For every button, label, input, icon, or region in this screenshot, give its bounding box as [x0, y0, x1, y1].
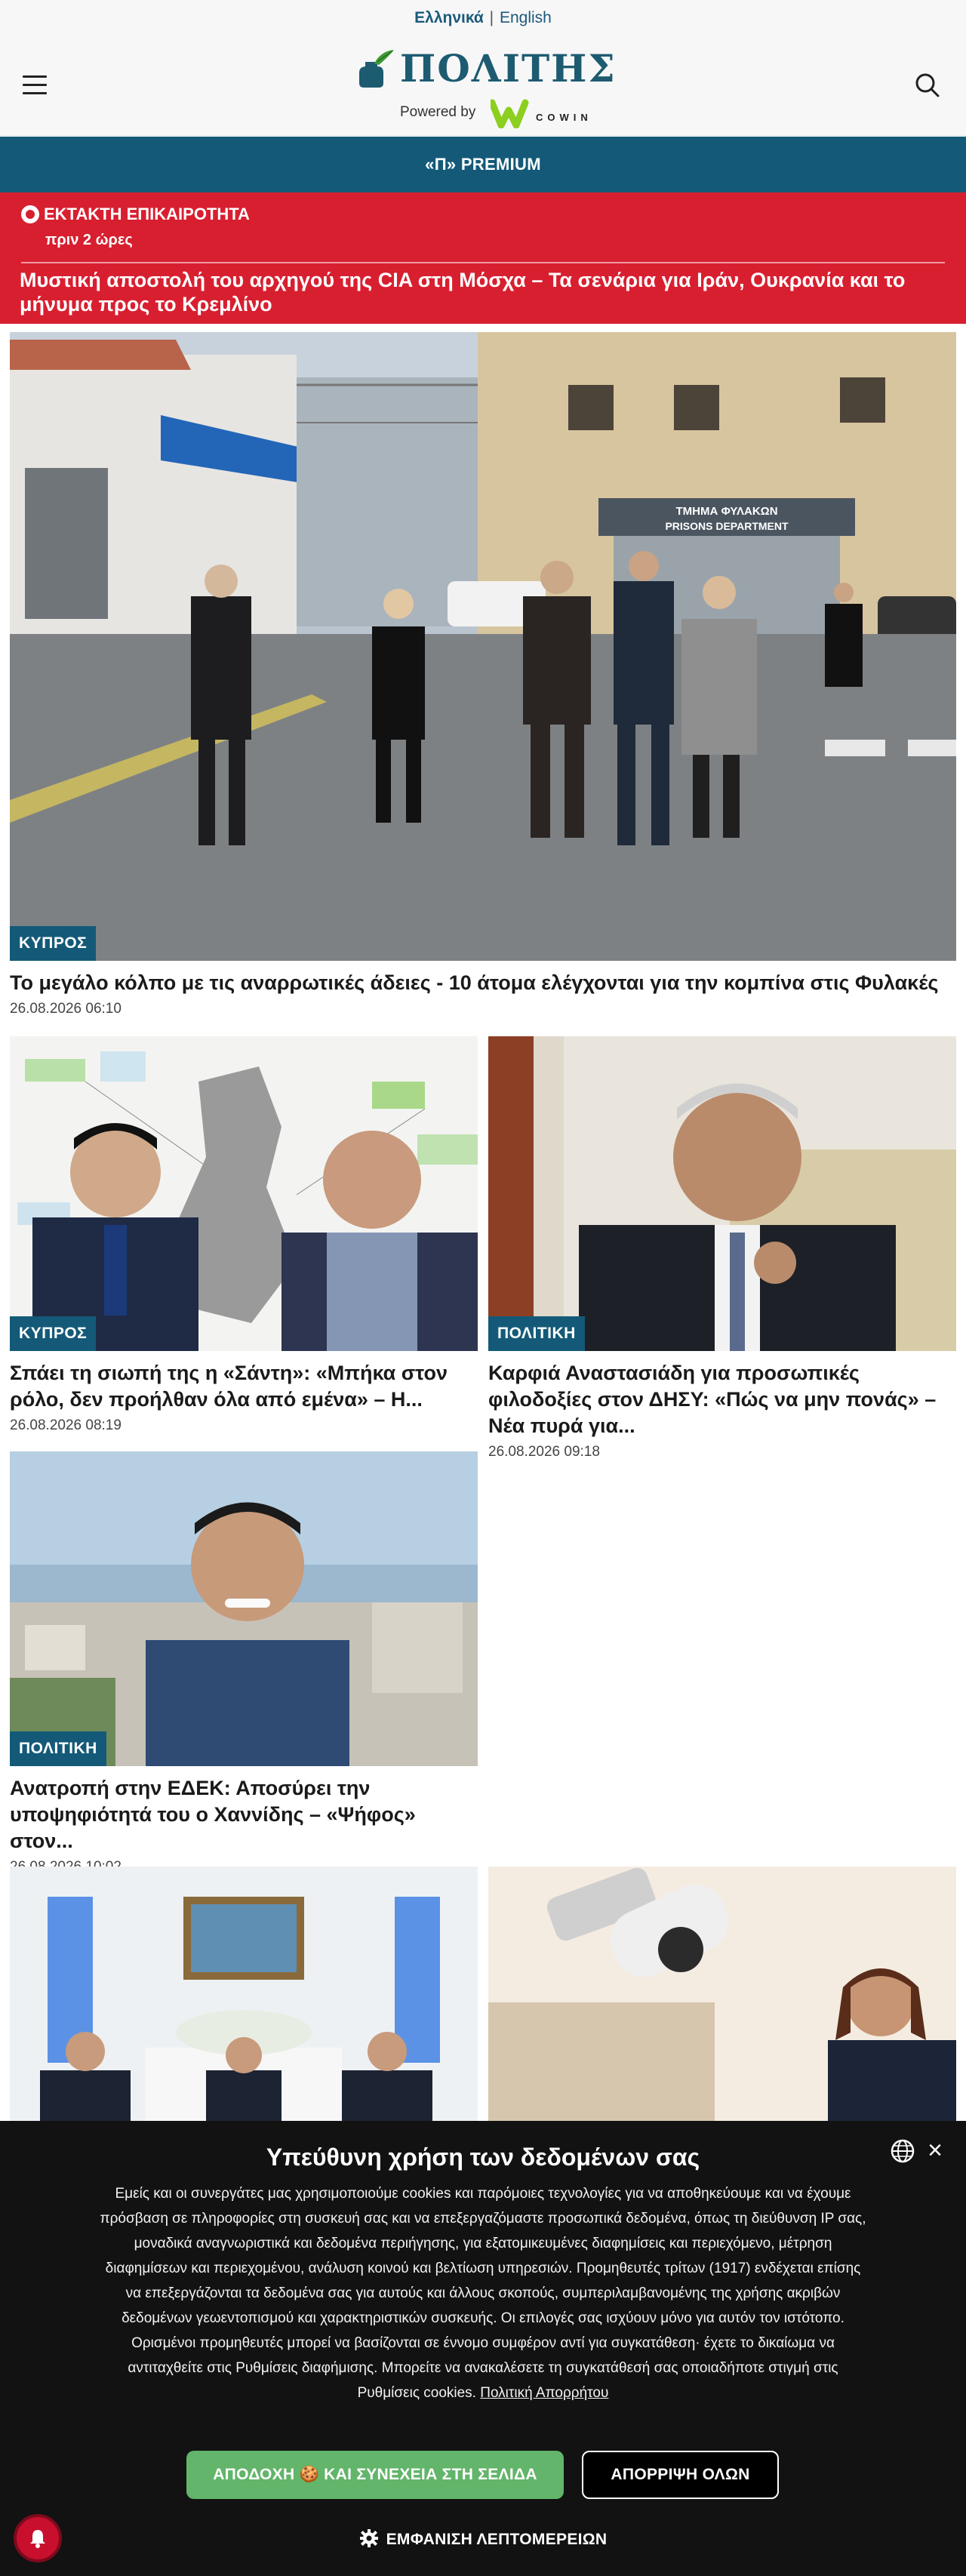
article-card[interactable]: ΚΥΠΡΟΣ Σπάει τη σιωπή της η «Σάντη»: «Μπ…	[10, 1036, 478, 1434]
lang-separator: |	[489, 9, 494, 26]
bell-icon	[30, 2530, 45, 2548]
article-image[interactable]: ΠΟΛΙΤΙΚΗ	[488, 1036, 956, 1351]
cookie-title: Υπεύθυνη χρήση των δεδομένων σας	[266, 2144, 700, 2171]
article-title[interactable]: Ανατροπή στην ΕΔΕΚ: Αποσύρει την υποψηφι…	[10, 1775, 478, 1854]
article-date: 26.08.2026 09:18	[488, 1444, 600, 1460]
breaking-tag-label: ΕΚΤΑΚΤΗ ΕΠΙΚΑΙΡΟΤΗΤΑ	[44, 205, 250, 223]
inkwell-quill-icon	[359, 50, 394, 88]
category-badge[interactable]: ΚΥΠΡΟΣ	[10, 1316, 97, 1351]
prison-sign-gr: ΤΜΗΜΑ ΦΥΛΑΚΩΝ	[675, 505, 777, 518]
breaking-headline[interactable]: Μυστική αποστολή του αρχηγού της CIA στη…	[20, 268, 943, 316]
globe-icon[interactable]	[889, 2137, 916, 2165]
article-date: 26.08.2026 06:10	[10, 1001, 122, 1017]
cookie-description-text: Εμείς και οι συνεργάτες μας χρησιμοποιού…	[100, 2186, 866, 2401]
article-image[interactable]: ΠΟΛΙΤΙΚΗ	[10, 1451, 478, 1766]
breaking-news[interactable]: ΕΚΤΑΚΤΗ ΕΠΙΚΑΙΡΟΤΗΤΑ πριν 2 ώρες Μυστική…	[0, 192, 966, 324]
logo-text: ΠΟΛΙΤΗΣ	[400, 46, 617, 91]
article-card[interactable]	[488, 1867, 956, 2121]
category-badge[interactable]: ΚΥΠΡΟΣ	[10, 926, 97, 961]
reject-all-button[interactable]: ΑΠΟΡΡΙΨΗ ΟΛΩΝ	[582, 2451, 779, 2499]
category-badge[interactable]: ΠΟΛΙΤΙΚΗ	[10, 1731, 106, 1766]
article-image[interactable]: ΚΥΠΡΟΣ	[10, 1036, 478, 1351]
article-card[interactable]	[10, 1867, 478, 2121]
prison-sign-en: PRISONS DEPARTMENT	[665, 520, 789, 532]
show-details-label: ΕΜΦΑΝΙΣΗ ΛΕΠΤΟΜΕΡΕΙΩΝ	[386, 2531, 608, 2548]
privacy-policy-link[interactable]: Πολιτική Απορρήτου	[480, 2385, 608, 2401]
article-title[interactable]: Σπάει τη σιωπή της η «Σάντη»: «Μπήκα στο…	[10, 1360, 478, 1413]
article-title[interactable]: Καρφιά Αναστασιάδη για προσωπικές φιλοδο…	[488, 1360, 956, 1439]
cowin-logo-text: COWIN	[536, 112, 592, 123]
category-badge[interactable]: ΠΟΛΙΤΙΚΗ	[488, 1316, 585, 1351]
menu-icon[interactable]	[23, 75, 47, 95]
search-icon[interactable]	[915, 72, 940, 98]
gear-icon	[359, 2529, 378, 2547]
breaking-tag: ΕΚΤΑΚΤΗ ΕΠΙΚΑΙΡΟΤΗΤΑ	[21, 205, 250, 227]
close-icon[interactable]: ×	[924, 2137, 946, 2163]
notification-bell-button[interactable]	[14, 2514, 62, 2562]
powered-by-label: Powered by	[400, 104, 476, 120]
show-details-button[interactable]: ΕΜΦΑΝΙΣΗ ΛΕΠΤΟΜΕΡΕΙΩΝ	[0, 2528, 966, 2549]
article-title[interactable]: Το μεγάλο κόλπο με τις αναρρωτικές άδειε…	[10, 970, 956, 996]
article-image[interactable]	[10, 1867, 478, 2121]
site-logo[interactable]: ΠΟΛΙΤΗΣ	[347, 45, 619, 92]
article-date: 26.08.2026 08:19	[10, 1417, 122, 1433]
lang-greek-link[interactable]: Ελληνικά	[414, 9, 484, 26]
site-header: Ελληνικά | English ΠΟΛΙΤΗΣ Powered by CO…	[0, 0, 966, 136]
divider	[21, 262, 945, 263]
breaking-time: πριν 2 ώρες	[45, 232, 133, 248]
article-card[interactable]: ΤΜΗΜΑ ΦΥΛΑΚΩΝ PRISONS DEPARTMENT ΚΥΠΡΟΣ …	[10, 332, 956, 1017]
cookie-consent-banner: Υπεύθυνη χρήση των δεδομένων σας × Εμείς…	[0, 2121, 966, 2576]
live-dot-icon	[21, 205, 39, 223]
article-image[interactable]: ΤΜΗΜΑ ΦΥΛΑΚΩΝ PRISONS DEPARTMENT ΚΥΠΡΟΣ	[10, 332, 956, 961]
cowin-logo[interactable]: COWIN	[491, 98, 611, 128]
accept-cookies-button[interactable]: ΑΠΟΔΟΧΗ 🍪 ΚΑΙ ΣΥΝΕΧΕΙΑ ΣΤΗ ΣΕΛΙΔΑ	[186, 2451, 564, 2499]
language-switcher: Ελληνικά | English	[0, 9, 966, 27]
premium-link[interactable]: «Π» PREMIUM	[0, 137, 966, 192]
cookie-description: Εμείς και οι συνεργάτες μας χρησιμοποιού…	[98, 2181, 868, 2405]
powered-by: Powered by COWIN	[400, 98, 611, 128]
article-card[interactable]: ΠΟΛΙΤΙΚΗ Καρφιά Αναστασιάδη για προσωπικ…	[488, 1036, 956, 1460]
lang-english-link[interactable]: English	[500, 9, 552, 26]
article-image[interactable]	[488, 1867, 956, 2121]
article-card[interactable]: ΠΟΛΙΤΙΚΗ Ανατροπή στην ΕΔΕΚ: Αποσύρει τη…	[10, 1451, 478, 1876]
